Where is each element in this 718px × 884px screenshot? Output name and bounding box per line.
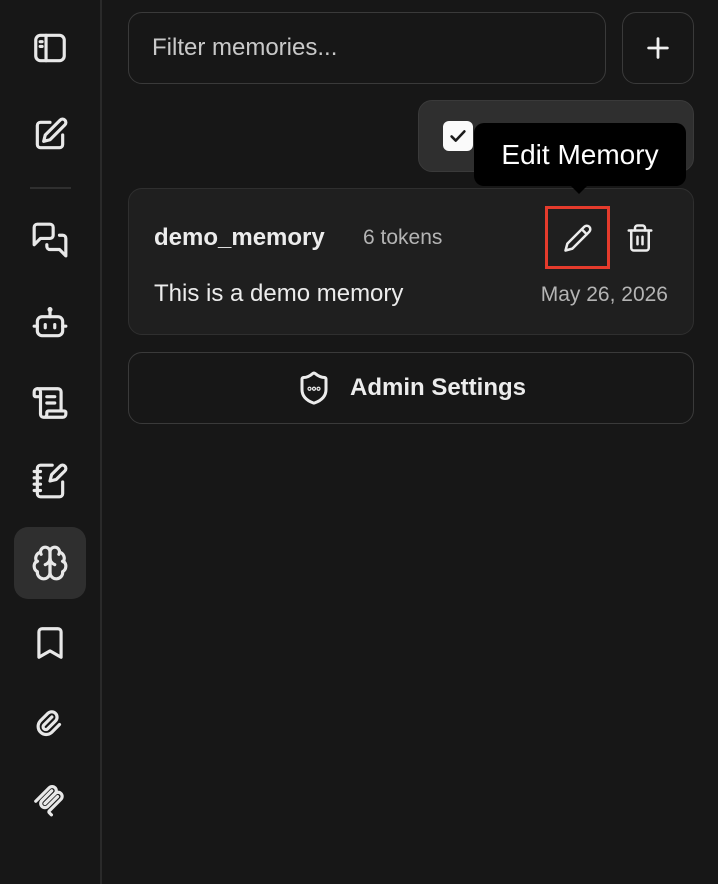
use-memory-checkbox[interactable] xyxy=(443,121,473,151)
shield-icon xyxy=(300,371,328,405)
sidebar-item-mcp[interactable] xyxy=(14,766,86,838)
sidebar-rail xyxy=(0,0,102,884)
new-chat-button[interactable] xyxy=(14,99,86,171)
brain-icon xyxy=(32,545,68,581)
sidebar-panel-icon xyxy=(34,33,66,63)
chat-bubbles-icon xyxy=(32,222,68,258)
sidebar-item-attachments[interactable] xyxy=(14,686,86,758)
filter-memories-input[interactable] xyxy=(128,12,606,84)
delete-memory-button[interactable] xyxy=(618,216,662,260)
edit-memory-tooltip: Edit Memory xyxy=(474,123,686,186)
admin-settings-label: Admin Settings xyxy=(349,374,526,401)
tooltip-label: Edit Memory xyxy=(501,138,659,170)
sidebar-item-prompts[interactable] xyxy=(14,367,86,439)
toggle-sidebar-button[interactable] xyxy=(14,12,86,84)
edit-square-icon xyxy=(35,117,68,150)
paperclip-icon xyxy=(36,710,62,737)
pencil-icon xyxy=(563,223,592,252)
sidebar-item-notes[interactable] xyxy=(14,445,86,517)
trash-icon xyxy=(627,224,653,252)
checkmark-icon xyxy=(450,130,466,142)
sidebar-item-conversations[interactable] xyxy=(14,204,86,276)
sidebar-divider xyxy=(30,187,71,189)
tooltip-arrow xyxy=(571,186,587,194)
memory-value: This is a demo memory xyxy=(154,280,404,307)
edit-memory-button[interactable] xyxy=(545,206,610,269)
mcp-icon xyxy=(34,784,64,817)
robot-icon xyxy=(32,307,68,338)
notebook-pen-icon xyxy=(32,463,68,499)
memory-token-count: 6 tokens xyxy=(363,226,443,249)
scroll-icon xyxy=(32,387,68,419)
bookmark-icon xyxy=(37,627,63,659)
admin-settings-button[interactable]: Admin Settings xyxy=(128,352,694,424)
add-memory-button[interactable] xyxy=(622,12,694,84)
sidebar-item-bookmarks[interactable] xyxy=(14,607,86,679)
memory-date: May 26, 2026 xyxy=(540,283,668,306)
memory-key: demo_memory xyxy=(154,224,325,251)
sidebar-item-memories[interactable] xyxy=(14,527,86,599)
plus-icon xyxy=(647,37,669,59)
sidebar-item-agents[interactable] xyxy=(14,287,86,359)
